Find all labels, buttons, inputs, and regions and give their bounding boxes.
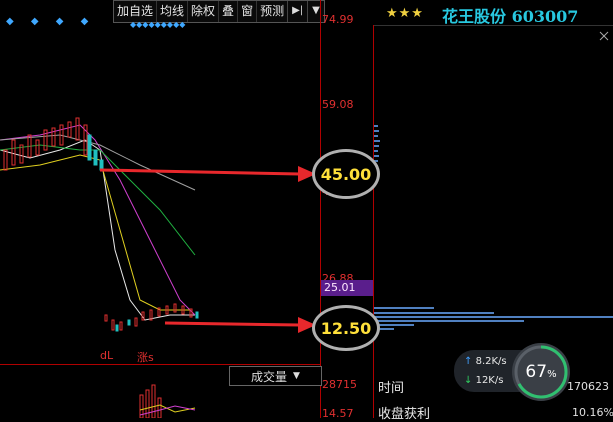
volume-tab-label: 成交量 bbox=[251, 369, 288, 384]
high-price-text: 45.00 bbox=[320, 164, 372, 184]
memory-gauge[interactable]: 67% bbox=[512, 343, 570, 401]
download-speed: 12K/s bbox=[475, 375, 504, 386]
close-profit-label: 收盘获利 bbox=[378, 407, 431, 422]
candle-label-a: dL bbox=[100, 349, 114, 362]
upload-arrow-icon: ↑ bbox=[464, 356, 473, 367]
close-profit-value: 10.16% bbox=[572, 406, 613, 419]
gauge-unit: % bbox=[547, 368, 557, 380]
time-value: 170623 bbox=[567, 380, 609, 393]
arrow-low-line bbox=[164, 321, 301, 327]
download-row: ↓ 12K/s bbox=[464, 375, 503, 386]
candle-label-b: 涨s bbox=[137, 351, 154, 364]
time-label: 时间 bbox=[378, 381, 405, 396]
low-price-annotation: 12.50 bbox=[312, 305, 380, 351]
ma-line-white bbox=[0, 139, 195, 321]
ma-line-yellow bbox=[0, 154, 190, 311]
gauge-percent: 67 bbox=[525, 362, 548, 382]
volume-bars bbox=[139, 384, 162, 418]
volume-ma-line-2 bbox=[139, 405, 196, 416]
volume-tab-chevron-icon: ▼ bbox=[293, 371, 300, 381]
volume-indicator-tab[interactable]: 成交量 ▼ bbox=[229, 366, 322, 386]
upload-speed: 8.2K/s bbox=[475, 356, 507, 367]
volume-max-value: 28715 bbox=[322, 378, 357, 391]
high-price-annotation: 45.00 bbox=[312, 149, 380, 199]
volume-profile bbox=[374, 125, 613, 330]
download-arrow-icon: ↓ bbox=[464, 375, 473, 386]
arrow-high-line bbox=[99, 168, 301, 176]
low-price-text: 12.50 bbox=[320, 318, 372, 338]
upload-row: ↑ 8.2K/s bbox=[464, 356, 507, 367]
